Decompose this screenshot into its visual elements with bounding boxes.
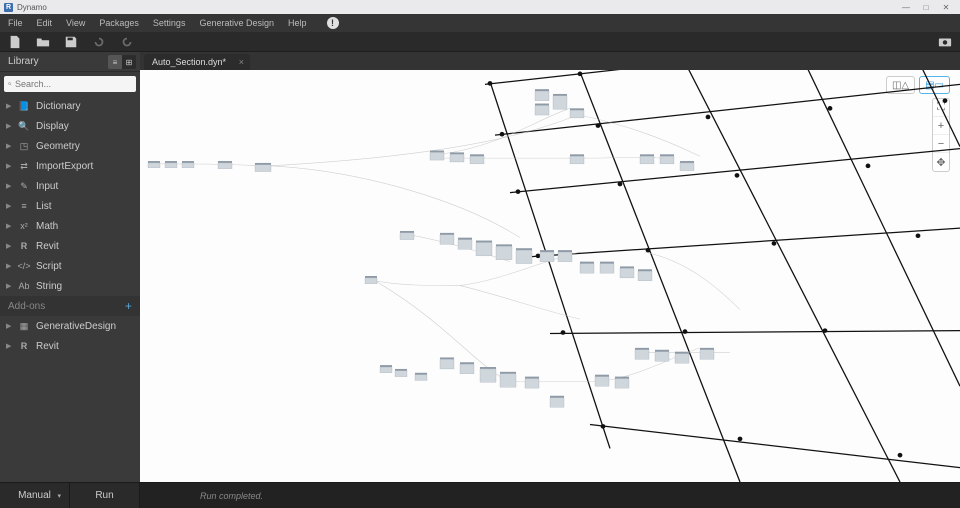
menu-edit[interactable]: Edit — [37, 18, 53, 28]
run-status-text: Run completed. — [200, 491, 263, 501]
category-revit[interactable]: ▶RRevit — [0, 236, 140, 256]
window-maximize-button[interactable]: □ — [916, 1, 936, 13]
canvas-svg — [140, 70, 960, 482]
open-file-icon[interactable] — [36, 35, 50, 49]
library-header: Library ≡⊞ — [0, 52, 140, 72]
new-file-icon[interactable] — [8, 35, 22, 49]
app-logo: R — [4, 3, 13, 12]
library-search[interactable] — [4, 76, 136, 92]
window-minimize-button[interactable]: — — [896, 1, 916, 13]
menu-file[interactable]: File — [8, 18, 23, 28]
category-importexport[interactable]: ▶⇄ImportExport — [0, 156, 140, 176]
info-icon[interactable]: ! — [327, 17, 339, 29]
node-wires — [155, 108, 740, 381]
app-title: Dynamo — [17, 3, 47, 12]
category-list[interactable]: ▶≡List — [0, 196, 140, 216]
search-icon — [8, 79, 12, 89]
menu-settings[interactable]: Settings — [153, 18, 186, 28]
run-mode-dropdown[interactable]: Manual — [0, 483, 70, 508]
menu-bar: File Edit View Packages Settings Generat… — [0, 14, 960, 32]
menu-help[interactable]: Help — [288, 18, 307, 28]
run-bar: Manual Run — [0, 482, 140, 508]
toolbar — [0, 32, 960, 52]
category-string[interactable]: ▶AbString — [0, 276, 140, 296]
library-title: Library — [8, 56, 39, 67]
category-script[interactable]: ▶</>Script — [0, 256, 140, 276]
main-area: Auto_Section.dyn* × ◫△ ▤▭ ⛶ + − ✥ — [140, 52, 960, 508]
document-tab[interactable]: Auto_Section.dyn* × — [144, 54, 250, 70]
status-bar: Run completed. — [140, 482, 960, 508]
addons-header: Add-ons + — [0, 296, 140, 316]
category-geometry[interactable]: ▶◳Geometry — [0, 136, 140, 156]
run-button[interactable]: Run — [70, 483, 140, 508]
undo-icon[interactable] — [92, 35, 106, 49]
category-dictionary[interactable]: ▶📘Dictionary — [0, 96, 140, 116]
menu-generative-design[interactable]: Generative Design — [199, 18, 274, 28]
document-tab-label: Auto_Section.dyn* — [152, 57, 226, 67]
graph-canvas[interactable]: ◫△ ▤▭ ⛶ + − ✥ — [140, 70, 960, 482]
category-display[interactable]: ▶🔍Display — [0, 116, 140, 136]
category-math[interactable]: ▶x²Math — [0, 216, 140, 236]
library-view-toggle[interactable]: ≡⊞ — [108, 55, 136, 69]
graph-nodes — [148, 89, 714, 407]
redo-icon[interactable] — [120, 35, 134, 49]
screenshot-icon[interactable] — [938, 35, 952, 49]
close-tab-icon[interactable]: × — [239, 57, 244, 67]
addon-revit[interactable]: ▶RRevit — [0, 336, 140, 356]
library-sidebar: Library ≡⊞ ▶📘Dictionary ▶🔍Display ▶◳Geom… — [0, 52, 140, 508]
save-file-icon[interactable] — [64, 35, 78, 49]
category-input[interactable]: ▶✎Input — [0, 176, 140, 196]
window-titlebar: R Dynamo — □ ✕ — [0, 0, 960, 14]
library-category-list: ▶📘Dictionary ▶🔍Display ▶◳Geometry ▶⇄Impo… — [0, 96, 140, 482]
add-addon-button[interactable]: + — [125, 299, 132, 313]
search-input[interactable] — [15, 79, 132, 89]
window-close-button[interactable]: ✕ — [936, 1, 956, 13]
menu-packages[interactable]: Packages — [99, 18, 139, 28]
addon-generativedesign[interactable]: ▶▦GenerativeDesign — [0, 316, 140, 336]
document-tab-bar: Auto_Section.dyn* × — [140, 52, 960, 70]
menu-view[interactable]: View — [66, 18, 85, 28]
geometry-preview — [485, 70, 960, 482]
